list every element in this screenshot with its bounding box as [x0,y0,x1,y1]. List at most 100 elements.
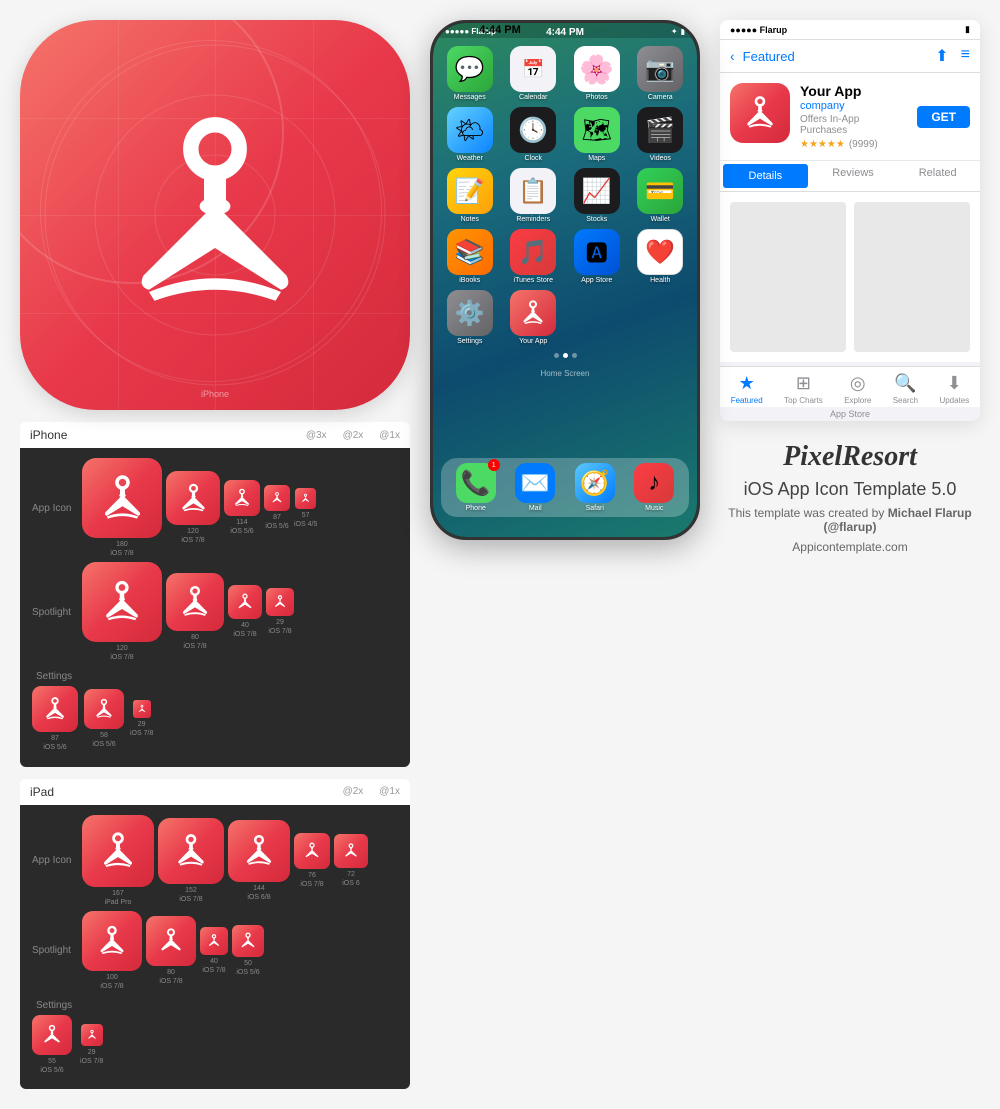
icon-size-hint: iPhone [20,384,410,402]
phone-app-calendar[interactable]: 📅 Calendar [505,46,563,101]
bottom-tab-updates[interactable]: ⬇ Updates [939,373,969,405]
phone-app-itunes[interactable]: 🎵 iTunes Store [505,229,563,284]
bottom-tab-search[interactable]: 🔍 Search [893,373,918,405]
ipad-section-header: iPad @2x @1x [20,779,410,805]
ipad-set-55: 55iOS 5/6 [32,1015,72,1075]
phone-app-settings[interactable]: ⚙️ Settings [441,290,499,345]
phone-dock-safari-icon: 🧭 [575,463,615,503]
phone-app-camera[interactable]: 📷 Camera [632,46,690,101]
settings-icon-29: 29iOS 7/8 [130,700,153,738]
settings-box-29 [133,700,151,718]
ipad-spot-40: 40iOS 7/8 [200,927,228,975]
phone-apps-grid: 💬 Messages 📅 Calendar 🌸 Photos 📷 Camera [433,38,697,349]
ipad-settings-label-container: Settings [28,993,402,1013]
guidelines [20,20,410,410]
icon-item-87: 87iOS 5/6 [264,485,290,531]
phone-app-reminders[interactable]: 📋 Reminders [505,168,563,223]
phone-screen: ●●●●● Flarup 4:44 PM ✦ ▮ 💬 Messages [433,23,697,537]
appstore-label: App Store [581,277,612,284]
health-label: Health [650,277,670,284]
phone-dock-phone-icon: 📞 1 [456,463,496,503]
maps-label: Maps [588,155,605,162]
list-icon[interactable]: ≡ [961,46,970,66]
phone-mockup: ●●●●● Flarup 4:44 PM ✦ ▮ 💬 Messages [430,20,700,540]
screenshots-row [720,192,980,362]
right-column: ●●●●● Flarup 4:44 PM ▮ ‹ Featured ⬆ ≡ [720,20,980,1089]
iphone-section: iPhone @3x @2x @1x App Icon 180iOS 7/8 [20,422,410,767]
spotlight-box-80 [166,573,224,631]
bottom-tab-topcharts[interactable]: ⊞ Top Charts [784,373,823,405]
appstore-bottom-bar: ★ Featured ⊞ Top Charts ◎ Explore 🔍 Sear… [720,366,980,407]
camera-icon: 📷 [637,46,683,92]
wallet-icon: 💳 [637,168,683,214]
bluetooth-icon: ✦ [671,27,678,36]
icon-box-57 [295,488,316,509]
clock-icon: 🕓 [510,107,556,153]
yourapp-icon [510,290,556,336]
appstore-label-text: App Store [720,407,980,421]
ipad-icon-76: 76iOS 7/8 [294,833,330,889]
ipad-section: iPad @2x @1x App Icon 167iPad Pro [20,779,410,1090]
explore-tab-icon: ◎ [850,373,866,394]
app-company[interactable]: company [800,100,907,112]
dot-1 [554,353,559,358]
health-icon: ❤️ [637,229,683,275]
back-arrow-icon[interactable]: ‹ [730,48,735,64]
share-icon[interactable]: ⬆ [935,46,948,66]
phone-app-yourapp[interactable]: Your App [505,290,563,345]
app-rating-row: ★★★★★ (9999) [800,139,907,150]
bottom-tab-explore[interactable]: ◎ Explore [844,373,871,405]
badge: 1 [488,459,500,471]
phone-app-videos[interactable]: 🎬 Videos [632,107,690,162]
phone-dock-mail[interactable]: ✉️ Mail [515,463,555,512]
phone-app-wallet[interactable]: 💳 Wallet [632,168,690,223]
explore-tab-label: Explore [844,396,871,405]
phone-dock-phone-label: Phone [466,505,486,512]
ipad-spotlight-label: Spotlight [28,945,78,956]
reminders-icon: 📋 [510,168,556,214]
phone-dock-music[interactable]: ♪ Music [634,463,674,512]
iphone-spotlight-row: Spotlight 120iOS 7/8 80iOS 7/8 [28,560,402,664]
phone-dock-safari-label: Safari [586,505,604,512]
star-rating: ★★★★★ [800,139,845,150]
appstore-header-icons: ⬆ ≡ [935,46,970,66]
phone-dock-phone[interactable]: 📞 1 Phone [456,463,496,512]
phone-app-weather[interactable]: 🌤 Weather [441,107,499,162]
ipad-appicon-label: App Icon [28,855,78,866]
app-icon-small [730,83,790,143]
phone-app-notes[interactable]: 📝 Notes [441,168,499,223]
ipad-label: iPad [30,785,54,799]
spotlight-box-40 [228,585,262,619]
bottom-tab-featured[interactable]: ★ Featured [731,373,763,405]
iphone-label: iPhone [30,428,67,442]
spotlight-box-120 [82,562,162,642]
get-button[interactable]: GET [917,106,970,128]
compass-icon-large [105,105,325,325]
phone-dock: 📞 1 Phone ✉️ Mail 🧭 Safari ♪ [441,458,689,517]
phone-app-stocks[interactable]: 📈 Stocks [568,168,626,223]
phone-app-messages[interactable]: 💬 Messages [441,46,499,101]
phone-app-photos[interactable]: 🌸 Photos [568,46,626,101]
phone-app-maps[interactable]: 🗺 Maps [568,107,626,162]
clock-label: Clock [524,155,542,162]
tab-details[interactable]: Details [723,164,808,188]
phone-app-ibooks[interactable]: 📚 iBooks [441,229,499,284]
left-column: iPhone iPhone @3x @2x @1x App Icon [20,20,410,1089]
ipad-spotlight-row: Spotlight 100iOS 7/8 80iOS 7/8 [28,909,402,993]
featured-link[interactable]: Featured [743,49,795,64]
phone-dock-safari[interactable]: 🧭 Safari [575,463,615,512]
ipad-settings-label: Settings [32,1000,72,1011]
app-tabs: Details Reviews Related [720,161,980,192]
appicon-row-label: App Icon [28,503,78,514]
ibooks-label: iBooks [459,277,480,284]
phone-app-appstore[interactable]: 🅰 App Store [568,229,626,284]
template-desc: This template was created by Michael Fla… [720,506,980,534]
phone-app-health[interactable]: ❤️ Health [632,229,690,284]
phone-app-clock[interactable]: 🕓 Clock [505,107,563,162]
phone-time: 4:44 PM [546,27,584,38]
tab-reviews[interactable]: Reviews [811,161,896,191]
icon-item-180: 180iOS 7/8 [82,458,162,558]
ipad-set-29: 29iOS 7/8 [80,1024,103,1066]
yourapp-label: Your App [519,338,547,345]
tab-related[interactable]: Related [895,161,980,191]
